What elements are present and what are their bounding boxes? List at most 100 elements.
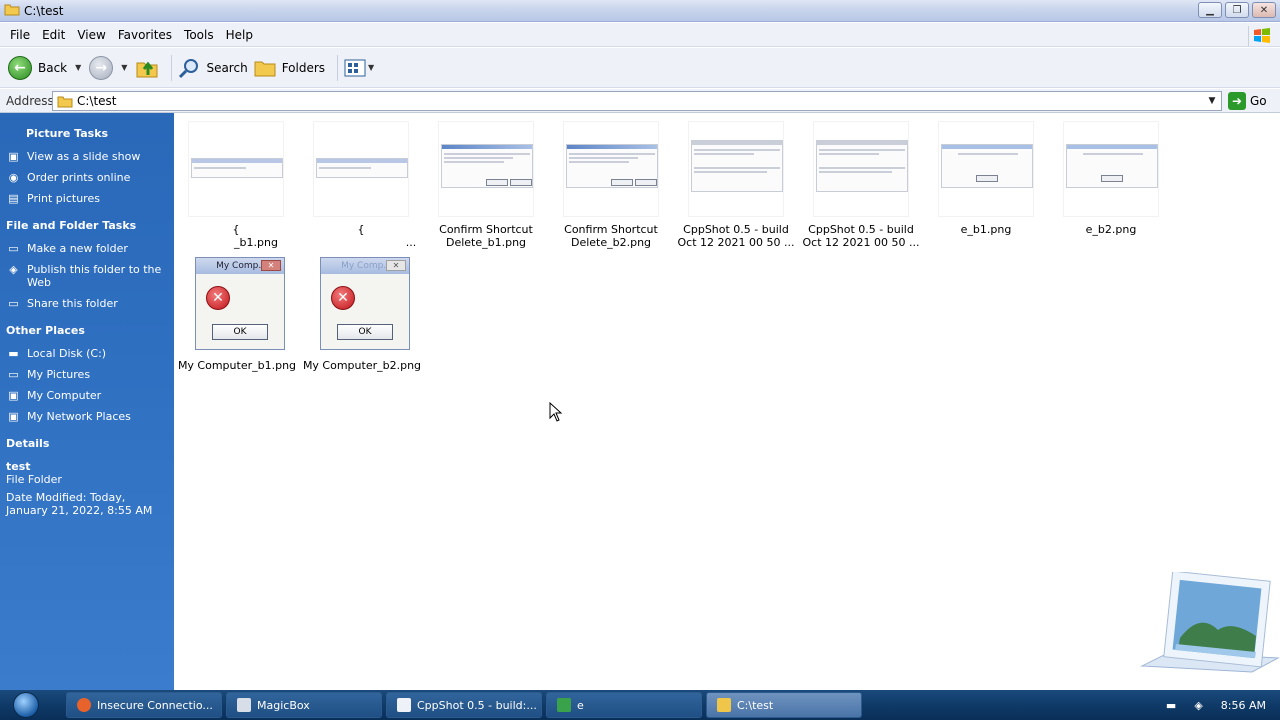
task-label: Share this folder <box>27 297 118 310</box>
back-arrow-icon: ← <box>8 55 32 80</box>
title-bar: C:\test ▁ ❐ ✕ <box>0 0 1280 22</box>
place-label: Local Disk (C:) <box>27 347 107 360</box>
task-pane: Picture Tasks ▣ View as a slide show ◉ O… <box>0 113 174 690</box>
task-share-folder[interactable]: ▭ Share this folder <box>6 297 168 310</box>
file-item[interactable]: My Comp... ✕ ✕ OK My Computer_b1.png <box>175 257 299 372</box>
start-orb-icon <box>13 692 39 718</box>
windows-logo-icon <box>1248 26 1274 46</box>
section-title[interactable]: File and Folder Tasks <box>6 219 168 232</box>
clock[interactable]: 8:56 AM <box>1221 699 1266 712</box>
network-tray-icon[interactable]: ◈ <box>1194 699 1202 712</box>
file-thumbnail <box>938 121 1034 217</box>
up-folder-button[interactable] <box>135 57 159 79</box>
firefox-icon <box>77 698 91 712</box>
forward-button[interactable]: → <box>89 55 114 80</box>
file-item[interactable]: {... <box>299 121 423 249</box>
menu-bar: File Edit View Favorites Tools Help <box>0 23 1280 47</box>
file-name: {_b1.png <box>232 223 278 249</box>
file-thumbnail <box>688 121 784 217</box>
views-button[interactable]: ▼ <box>344 59 382 77</box>
menu-help[interactable]: Help <box>220 28 259 42</box>
close-icon: ✕ <box>261 260 281 271</box>
close-button[interactable]: ✕ <box>1252 2 1276 18</box>
mouse-cursor-icon <box>549 402 563 422</box>
taskbar-button-active[interactable]: C:\test <box>706 692 862 718</box>
back-button[interactable]: ← Back <box>8 55 67 80</box>
task-label: Publish this folder to the Web <box>27 263 162 289</box>
window-icon <box>397 698 411 712</box>
place-my-pictures[interactable]: ▭ My Pictures <box>6 368 168 381</box>
task-print-pictures[interactable]: ▤ Print pictures <box>6 192 168 205</box>
place-network[interactable]: ▣ My Network Places <box>6 410 168 423</box>
section-title[interactable]: Details <box>6 437 168 450</box>
file-thumbnail <box>313 121 409 217</box>
place-label: My Computer <box>27 389 102 402</box>
task-label: Order prints online <box>27 171 131 184</box>
network-icon: ▣ <box>8 410 19 423</box>
place-my-computer[interactable]: ▣ My Computer <box>6 389 168 402</box>
error-icon: ✕ <box>331 286 355 310</box>
file-item[interactable]: {_b1.png <box>174 121 298 249</box>
task-new-folder[interactable]: ▭ Make a new folder <box>6 242 168 255</box>
picture-tasks-section: Picture Tasks ▣ View as a slide show ◉ O… <box>0 127 174 205</box>
file-item[interactable]: e_b2.png <box>1049 121 1173 236</box>
taskbar: Insecure Connectio... MagicBox CppShot 0… <box>0 690 1280 720</box>
menu-favorites[interactable]: Favorites <box>112 28 178 42</box>
file-name: CppShot 0.5 - build Oct 12 2021 00 50 ... <box>677 223 795 249</box>
toolbar-separator <box>171 54 173 81</box>
keyboard-icon[interactable]: ▬ <box>1166 699 1176 712</box>
task-publish-web[interactable]: ◈ Publish this folder to the Web <box>6 263 168 289</box>
folder-icon <box>717 698 731 712</box>
file-name: My Computer_b1.png <box>177 359 297 372</box>
photo-gallery-icon <box>1140 572 1280 673</box>
folder-icon <box>57 96 73 107</box>
menu-file[interactable]: File <box>4 28 36 42</box>
menu-tools[interactable]: Tools <box>178 28 220 42</box>
details-modified: Date Modified: Today, January 21, 2022, … <box>6 491 153 517</box>
file-thumbnail: My Comp... ✕ ✕ OK <box>314 257 410 353</box>
views-dropdown-icon: ▼ <box>368 63 375 72</box>
file-thumbnail <box>438 121 534 217</box>
folders-button[interactable]: Folders <box>254 58 325 78</box>
file-name: CppShot 0.5 - build Oct 12 2021 00 50 ... <box>802 223 920 249</box>
address-input[interactable]: C:\test ▼ <box>52 90 1222 111</box>
file-item[interactable]: My Comp... ✕ ✕ OK My Computer_b2.png <box>300 257 424 372</box>
menu-view[interactable]: View <box>71 28 111 42</box>
folders-icon <box>254 61 276 76</box>
task-view-slideshow[interactable]: ▣ View as a slide show <box>6 150 168 163</box>
go-button[interactable]: ➜ Go <box>1228 91 1267 110</box>
system-tray: ▬ ◈ 8:56 AM <box>1166 690 1280 720</box>
globe-icon: ◉ <box>8 171 19 184</box>
maximize-button[interactable]: ❐ <box>1225 2 1249 18</box>
back-dropdown-icon[interactable]: ▼ <box>75 63 81 72</box>
taskbar-button[interactable]: e <box>546 692 702 718</box>
place-local-disk[interactable]: ▬ Local Disk (C:) <box>6 347 168 360</box>
file-item[interactable]: e_b1.png <box>924 121 1048 236</box>
menu-edit[interactable]: Edit <box>36 28 71 42</box>
search-label: Search <box>206 60 248 75</box>
section-title[interactable]: Picture Tasks <box>6 127 168 140</box>
taskbar-button[interactable]: MagicBox <box>226 692 382 718</box>
app-icon <box>557 698 571 712</box>
file-item[interactable]: CppShot 0.5 - build Oct 12 2021 00 50 ... <box>674 121 798 249</box>
folder-icon <box>4 2 20 19</box>
search-button[interactable]: Search <box>178 57 248 79</box>
go-label: Go <box>1250 93 1267 108</box>
section-title[interactable]: Other Places <box>6 324 168 337</box>
taskbar-button[interactable]: CppShot 0.5 - build:... <box>386 692 542 718</box>
taskbar-button[interactable]: Insecure Connectio... <box>66 692 222 718</box>
error-icon: ✕ <box>206 286 230 310</box>
forward-dropdown-icon[interactable]: ▼ <box>121 63 127 72</box>
file-item[interactable]: CppShot 0.5 - build Oct 12 2021 00 50 ... <box>799 121 923 249</box>
file-item[interactable]: Confirm Shortcut Delete_b1.png <box>424 121 548 249</box>
taskbar-button-label: Insecure Connectio... <box>97 698 213 712</box>
minimize-button[interactable]: ▁ <box>1198 2 1222 18</box>
start-button[interactable] <box>0 690 52 720</box>
window-title: C:\test <box>24 3 64 18</box>
details-section: Details test File Folder Date Modified: … <box>0 437 174 517</box>
address-label: Address <box>6 93 54 108</box>
pictures-folder-icon: ▭ <box>8 368 19 381</box>
address-dropdown-icon[interactable]: ▼ <box>1205 94 1219 108</box>
task-order-prints[interactable]: ◉ Order prints online <box>6 171 168 184</box>
file-item[interactable]: Confirm Shortcut Delete_b2.png <box>549 121 673 249</box>
